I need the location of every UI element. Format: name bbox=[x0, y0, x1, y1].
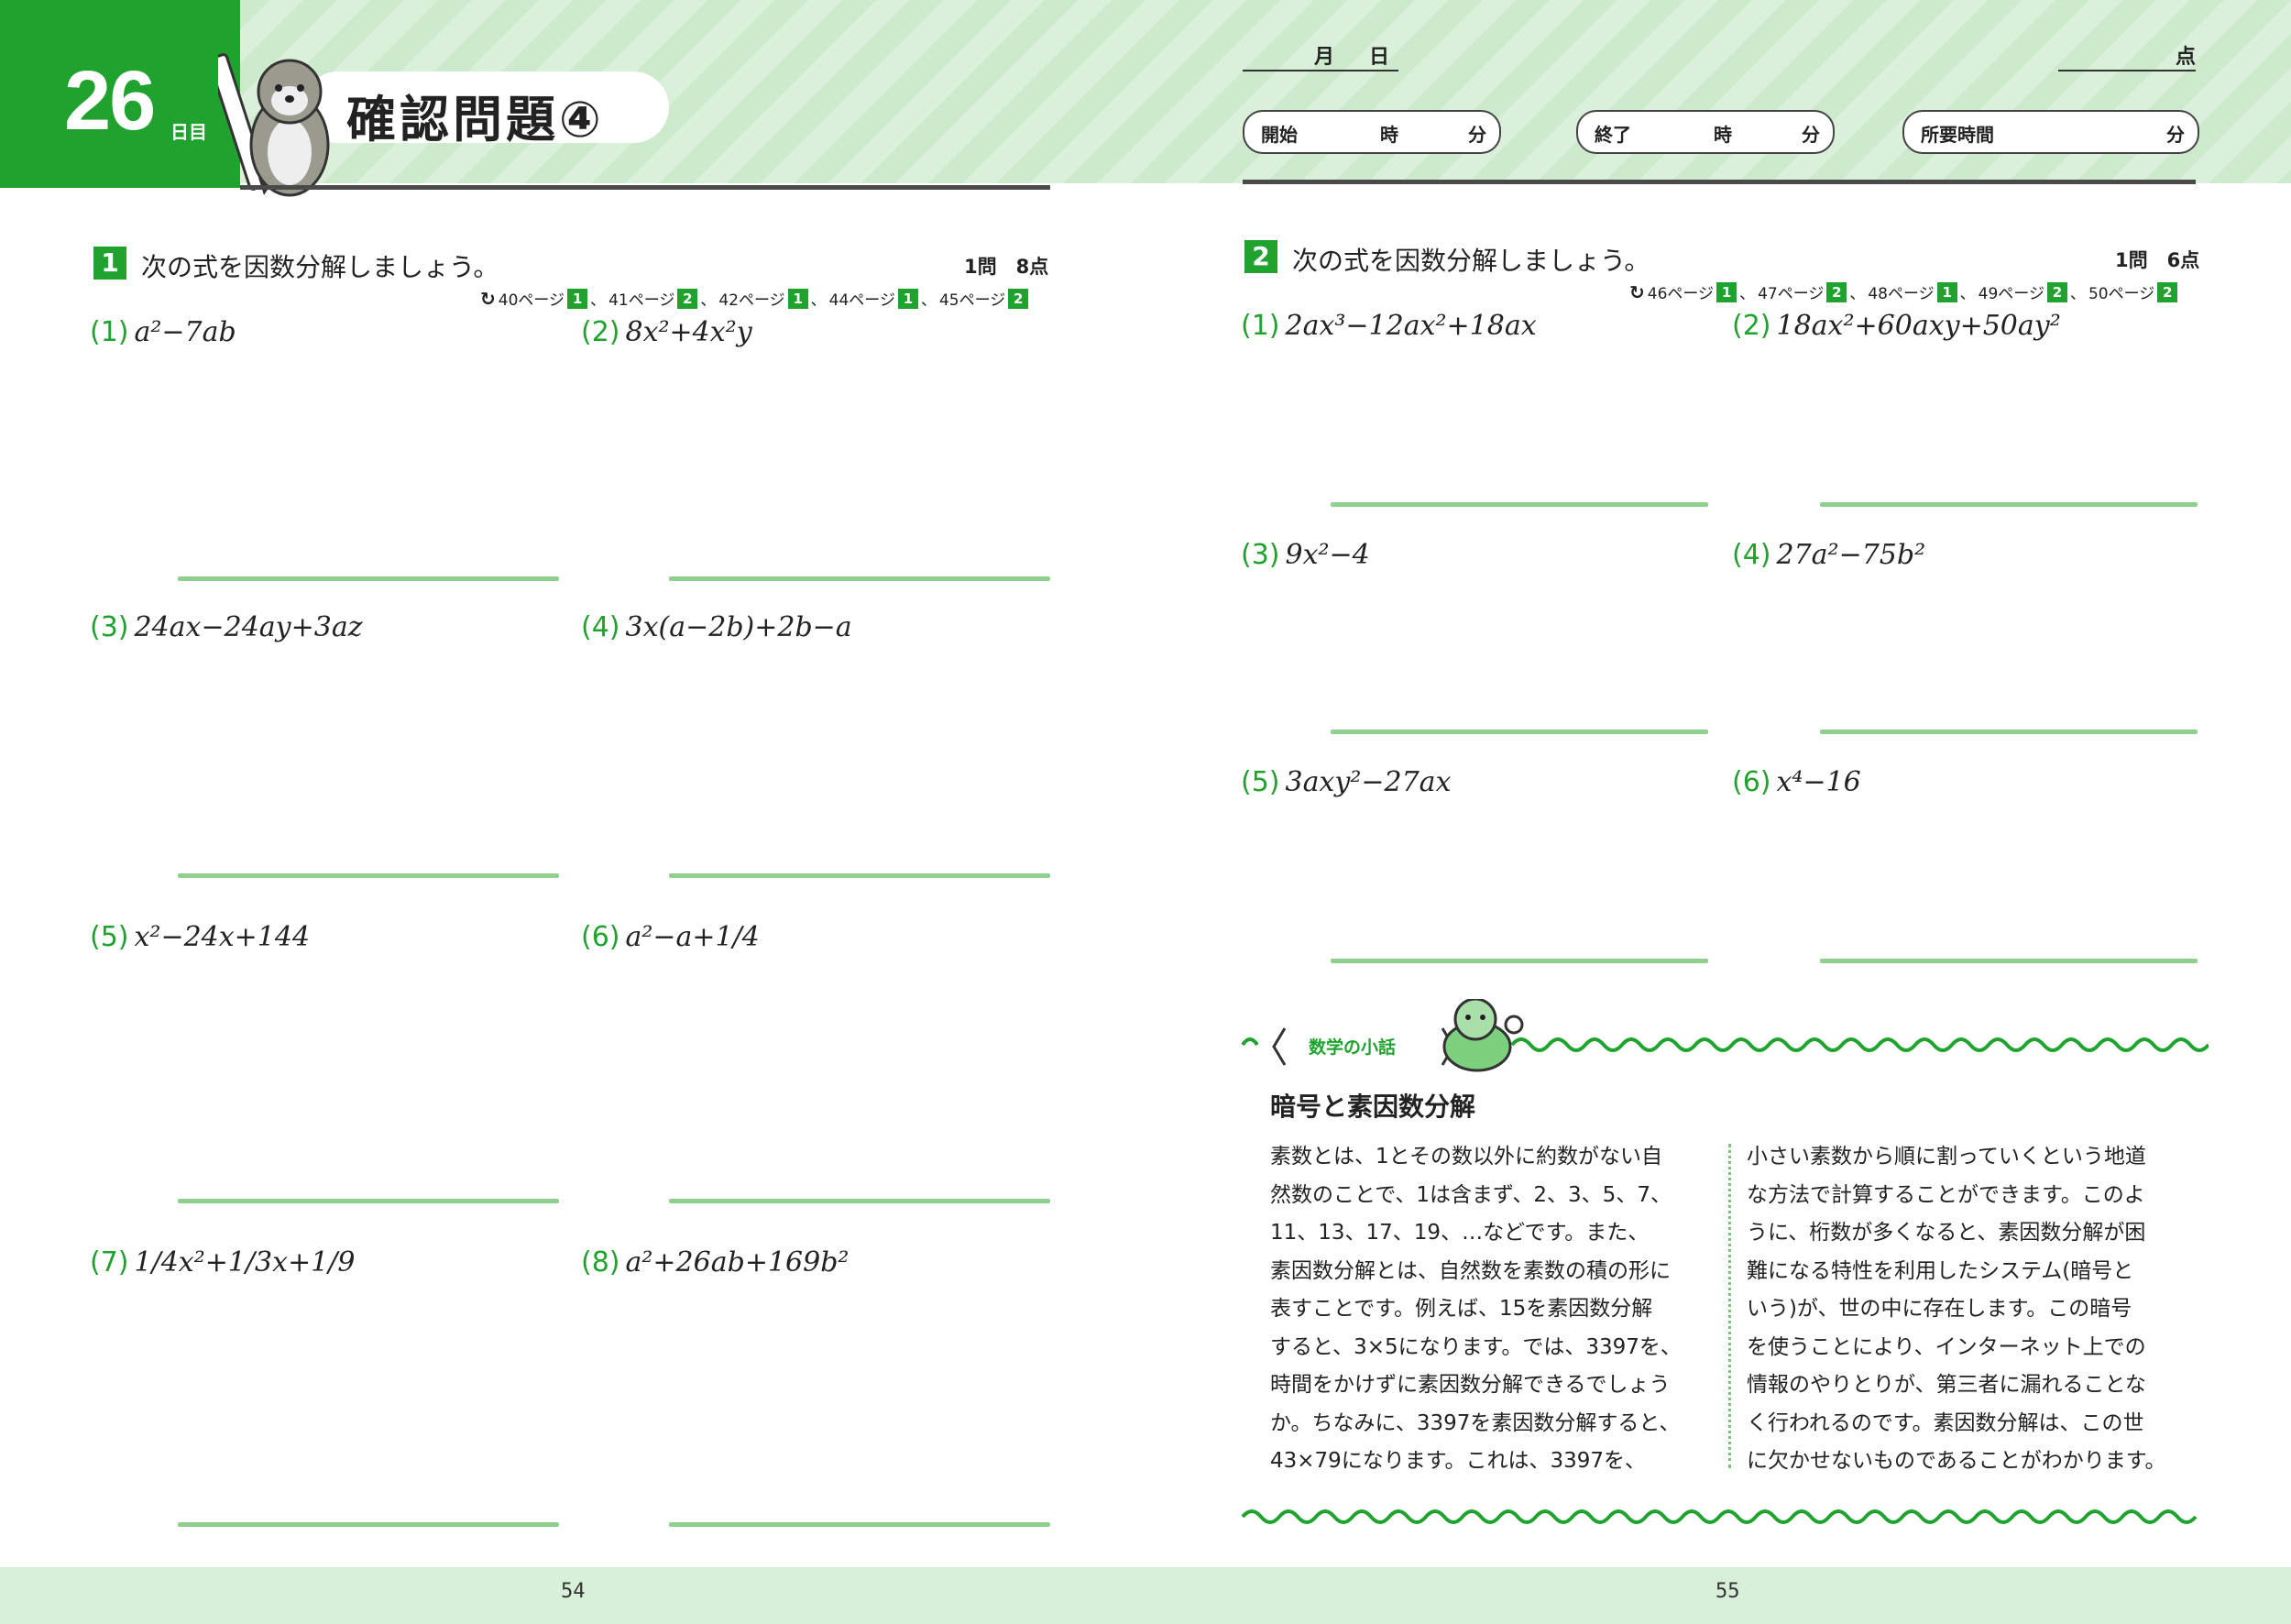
ref-page: 40ページ bbox=[498, 291, 565, 310]
answer-line-1[interactable] bbox=[178, 576, 559, 581]
question-points: 1問 6点 bbox=[2115, 249, 2200, 271]
answer-line-7[interactable] bbox=[178, 1522, 559, 1527]
answer-line-3[interactable] bbox=[178, 873, 559, 878]
date-month-label: 月 bbox=[1314, 46, 1335, 69]
day-badge: 26 日目 bbox=[0, 0, 240, 188]
column-tag: 数学の小話 bbox=[1309, 1037, 1397, 1058]
score-unit: 点 bbox=[2176, 46, 2197, 69]
ref-page: 44ページ bbox=[828, 291, 895, 310]
problem-6: (6) a²−a+1/4 bbox=[581, 921, 760, 953]
question-number: 1 bbox=[93, 247, 126, 280]
problem-6: (6) x⁴−16 bbox=[1732, 766, 1861, 798]
problem-2: (2) 18ax²+60axy+50ay² bbox=[1732, 310, 2061, 342]
header-rule bbox=[1243, 180, 2196, 184]
end-time-field[interactable]: 終了 時 分 bbox=[1576, 110, 1835, 154]
problem-8: (8) a²+26ab+169b² bbox=[581, 1246, 850, 1278]
elapsed-time-field[interactable]: 所要時間 分 bbox=[1902, 110, 2199, 154]
footer-band: 54 bbox=[0, 1567, 1146, 1624]
ref-page: 42ページ bbox=[718, 291, 785, 310]
ref-badge: 2 bbox=[2046, 281, 2067, 302]
left-page: 26 日目 確認問題④ 1 次の式を因数分解しましょう。 1問 8点 ↻ 40ペ… bbox=[0, 0, 1146, 1624]
reference-pages: ↻ 40ページ 1、 41ページ 2、 42ページ 1、 44ページ 1、 45… bbox=[480, 287, 1029, 310]
answer-line-6[interactable] bbox=[669, 1199, 1050, 1203]
problem-3: (3) 24ax−24ay+3az bbox=[90, 611, 363, 643]
problem-4: (4) 3x(a−2b)+2b−a bbox=[581, 611, 852, 643]
reference-arrow-icon: ↻ bbox=[1629, 280, 1645, 303]
question-points: 1問 8点 bbox=[964, 256, 1049, 278]
ref-page: 47ページ bbox=[1758, 285, 1825, 303]
page-number: 55 bbox=[1716, 1580, 1740, 1603]
answer-line-2[interactable] bbox=[669, 576, 1050, 581]
answer-line-2[interactable] bbox=[1820, 502, 2198, 507]
problem-5: (5) x²−24x+144 bbox=[90, 921, 311, 953]
problem-3: (3) 9x²−4 bbox=[1241, 539, 1370, 571]
answer-line-6[interactable] bbox=[1820, 959, 2198, 963]
answer-line-5[interactable] bbox=[1331, 959, 1708, 963]
question-text: 次の式を因数分解しましょう。 bbox=[141, 252, 499, 282]
column-body: 素数とは、1とその数以外に約数がない自 然数のことで、1は含まず、2、3、5、7… bbox=[1270, 1133, 2196, 1479]
ref-page: 48ページ bbox=[1868, 285, 1935, 303]
reference-pages: ↻ 46ページ 1、 47ページ 2、 48ページ 1、 49ページ 2、 50… bbox=[1629, 280, 2178, 303]
column-text-right: 小さい素数から順に割っていくという地道 な方法で計算することができます。このよ … bbox=[1747, 1145, 2166, 1473]
ref-badge: 1 bbox=[897, 288, 918, 309]
ref-page: 46ページ bbox=[1647, 285, 1715, 303]
answer-line-3[interactable] bbox=[1331, 730, 1708, 734]
ref-badge: 2 bbox=[1008, 288, 1029, 309]
ref-badge: 1 bbox=[787, 288, 808, 309]
ref-page: 41ページ bbox=[608, 291, 675, 310]
answer-line-8[interactable] bbox=[669, 1522, 1050, 1527]
column-title: 暗号と素因数分解 bbox=[1270, 1092, 1476, 1122]
header-band bbox=[1146, 0, 2291, 183]
score-field[interactable] bbox=[2058, 70, 2196, 71]
ref-badge: 2 bbox=[1826, 281, 1847, 302]
answer-line-1[interactable] bbox=[1331, 502, 1708, 507]
question-text: 次の式を因数分解しましょう。 bbox=[1292, 246, 1650, 276]
column-divider bbox=[1728, 1144, 1731, 1468]
answer-line-4[interactable] bbox=[1820, 730, 2198, 734]
reference-arrow-icon: ↻ bbox=[480, 287, 496, 310]
answer-line-4[interactable] bbox=[669, 873, 1050, 878]
start-time-field[interactable]: 開始 時 分 bbox=[1243, 110, 1501, 154]
ref-badge: 2 bbox=[677, 288, 698, 309]
column-bottom-wave bbox=[1241, 1509, 2198, 1524]
ref-badge: 2 bbox=[2157, 281, 2178, 302]
question-number: 2 bbox=[1244, 240, 1277, 273]
ref-page: 50ページ bbox=[2088, 285, 2155, 303]
answer-line-5[interactable] bbox=[178, 1199, 559, 1203]
title-pill: 確認問題④ bbox=[302, 71, 669, 148]
ref-page: 45ページ bbox=[938, 291, 1006, 310]
footer-band: 55 bbox=[1146, 1567, 2291, 1624]
problem-1: (1) a²−7ab bbox=[90, 316, 236, 348]
ref-page: 49ページ bbox=[1978, 285, 2044, 303]
page-number: 54 bbox=[561, 1580, 586, 1603]
problem-5: (5) 3axy²−27ax bbox=[1241, 766, 1452, 798]
date-field[interactable] bbox=[1243, 70, 1398, 71]
problem-7: (7) 1/4x²+1/3x+1/9 bbox=[90, 1246, 356, 1278]
right-page: 月 日 点 開始 時 分 終了 時 分 所要時間 分 2 次の式を因数分解しまし… bbox=[1146, 0, 2291, 1624]
ref-badge: 1 bbox=[1716, 281, 1737, 302]
header-rule bbox=[240, 185, 1050, 190]
ref-badge: 1 bbox=[1936, 281, 1957, 302]
problem-2: (2) 8x²+4x²y bbox=[581, 316, 752, 348]
problem-4: (4) 27a²−75b² bbox=[1732, 539, 1926, 571]
date-day-label: 日 bbox=[1369, 46, 1390, 69]
day-number: 26 bbox=[64, 54, 156, 148]
day-unit: 日目 bbox=[170, 121, 207, 143]
mascot-pencil-icon bbox=[218, 53, 330, 197]
ref-badge: 1 bbox=[567, 288, 588, 309]
problem-1: (1) 2ax³−12ax²+18ax bbox=[1241, 310, 1537, 342]
column-text-left: 素数とは、1とその数以外に約数がない自 然数のことで、1は含まず、2、3、5、7… bbox=[1270, 1145, 1682, 1473]
page-title: 確認問題④ bbox=[346, 91, 605, 148]
